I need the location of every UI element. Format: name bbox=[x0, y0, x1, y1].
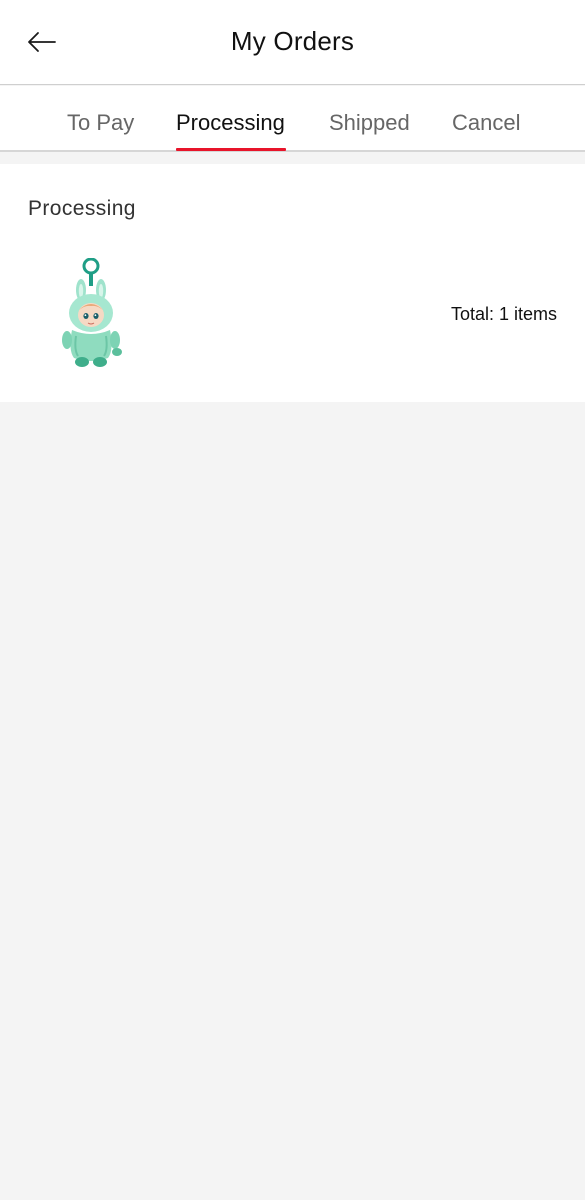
order-status-label: Processing bbox=[28, 197, 136, 220]
order-card[interactable]: Processing Total: 1 items bbox=[0, 164, 585, 402]
tab-processing[interactable]: Processing bbox=[176, 110, 285, 136]
section-gap bbox=[0, 152, 585, 164]
tab-shipped[interactable]: Shipped bbox=[329, 110, 410, 136]
top-app-bar: My Orders bbox=[0, 0, 585, 85]
tab-cancel[interactable]: Cancel bbox=[452, 110, 520, 136]
product-thumbnail[interactable] bbox=[50, 257, 130, 370]
plush-keychain-image bbox=[62, 257, 122, 367]
app-root: My Orders To Pay Processing Shipped Canc… bbox=[0, 0, 585, 1200]
active-tab-indicator bbox=[176, 148, 286, 151]
order-total-items: Total: 1 items bbox=[450, 304, 557, 324]
tab-to-pay[interactable]: To Pay bbox=[67, 110, 134, 136]
page-title: My Orders bbox=[230, 26, 355, 56]
order-status-tabs: To Pay Processing Shipped Cancel bbox=[0, 86, 585, 152]
